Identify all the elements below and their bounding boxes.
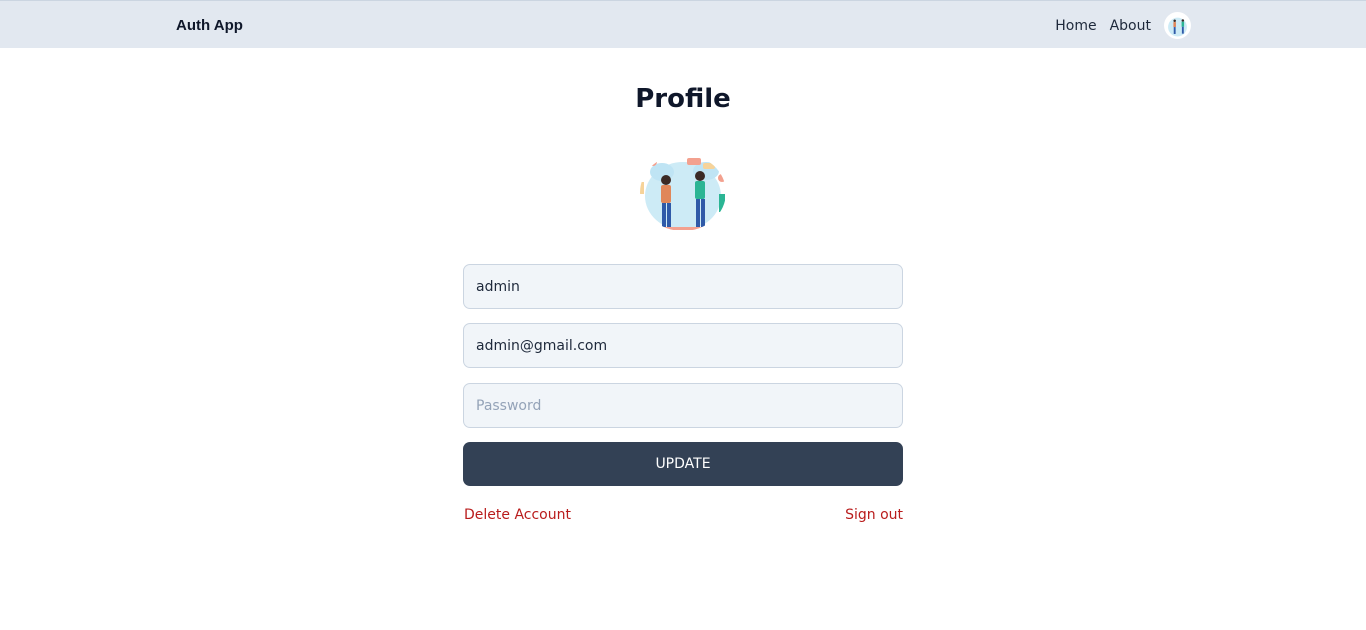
page-title: Profile [635,84,731,114]
brand-logo-text[interactable]: Auth App [176,17,243,34]
nav-links: Home About [1055,12,1191,39]
nav-link-home[interactable]: Home [1055,14,1096,38]
user-avatar-icon[interactable] [1164,12,1191,39]
email-input[interactable] [463,323,903,368]
sign-out-link[interactable]: Sign out [845,506,903,524]
username-input[interactable] [463,264,903,309]
profile-avatar-icon[interactable] [640,154,726,231]
navbar: Auth App Home About [0,0,1366,48]
password-input[interactable] [463,383,903,428]
delete-account-link[interactable]: Delete Account [464,506,571,524]
nav-link-about[interactable]: About [1110,14,1151,38]
update-button[interactable]: UPDATE [463,442,903,486]
